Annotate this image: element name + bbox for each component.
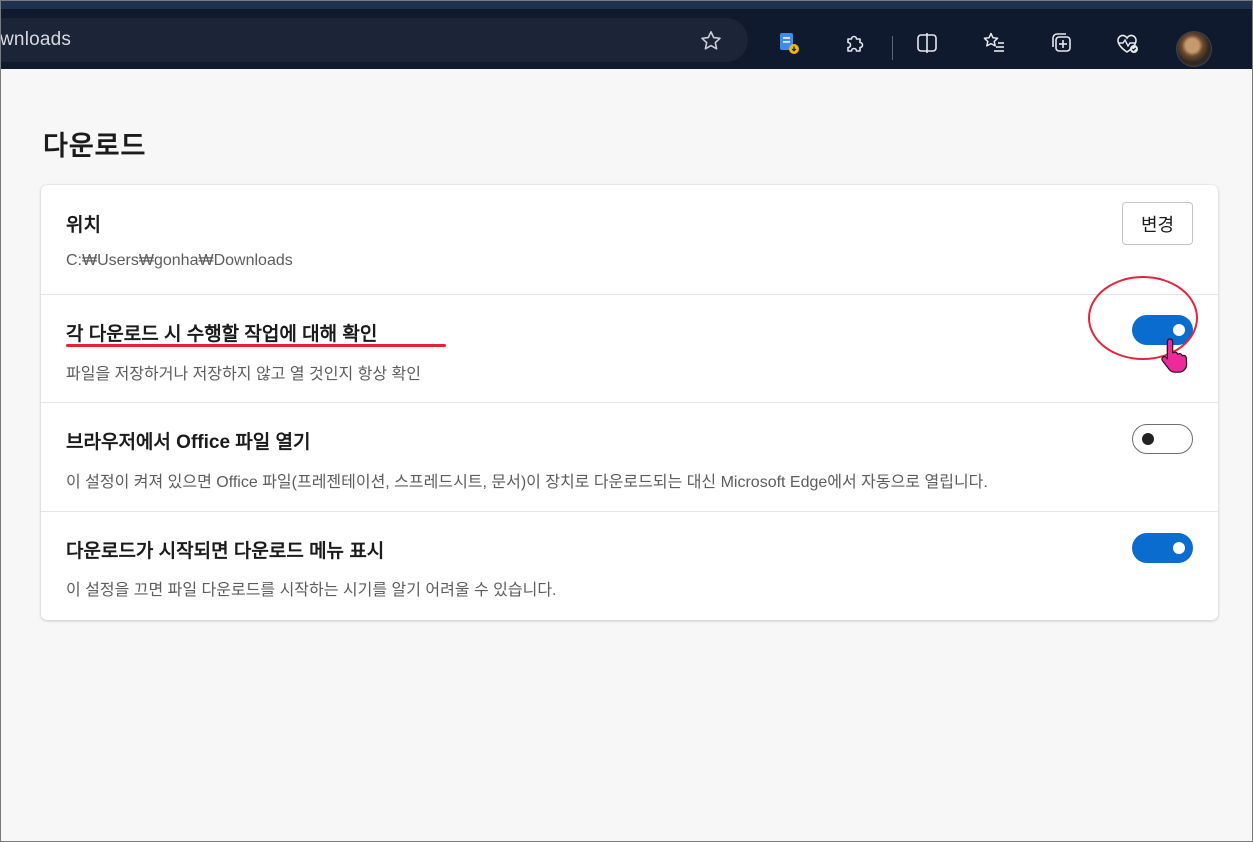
download-menu-title: 다운로드가 시작되면 다운로드 메뉴 표시	[66, 541, 385, 562]
location-path: C:₩Users₩gonha₩Downloads	[66, 252, 293, 269]
ask-each-download-title: 각 다운로드 시 수행할 작업에 대해 확인	[66, 324, 378, 345]
browser-toolbar: wnloads	[0, 0, 1253, 69]
address-bar[interactable]: wnloads	[0, 18, 748, 62]
extensions-icon[interactable]	[838, 26, 872, 60]
location-row: 위치 C:₩Users₩gonha₩Downloads 변경	[41, 185, 1218, 295]
downloads-settings-card: 위치 C:₩Users₩gonha₩Downloads 변경 각 다운로드 시 …	[41, 185, 1218, 620]
collections-cloud-icon[interactable]	[772, 26, 806, 60]
profile-avatar[interactable]	[1176, 31, 1212, 67]
toggle-knob	[1173, 542, 1185, 554]
ask-each-download-row: 각 다운로드 시 수행할 작업에 대해 확인 파일을 저장하거나 저장하지 않고…	[41, 295, 1218, 403]
hand-cursor-icon	[1161, 338, 1188, 373]
toggle-knob	[1142, 433, 1154, 445]
office-toggle[interactable]	[1132, 424, 1193, 454]
location-title: 위치	[66, 215, 101, 236]
page-title: 다운로드	[43, 131, 147, 161]
office-row: 브라우저에서 Office 파일 열기 이 설정이 켜져 있으면 Office …	[41, 403, 1218, 512]
download-menu-toggle[interactable]	[1132, 533, 1193, 563]
download-menu-row: 다운로드가 시작되면 다운로드 메뉴 표시 이 설정을 끄면 파일 다운로드를 …	[41, 512, 1218, 620]
favorites-icon[interactable]	[977, 26, 1011, 60]
ask-each-download-desc: 파일을 저장하거나 저장하지 않고 열 것인지 항상 확인	[66, 366, 421, 383]
split-screen-icon[interactable]	[910, 26, 944, 60]
office-desc: 이 설정이 켜져 있으면 Office 파일(프레젠테이션, 스프레드시트, 문…	[66, 474, 988, 491]
office-title: 브라우저에서 Office 파일 열기	[66, 432, 311, 453]
browser-essentials-icon[interactable]	[1110, 26, 1144, 60]
favorites-star-icon[interactable]	[696, 27, 726, 55]
toolbar-separator	[892, 36, 893, 60]
change-location-button[interactable]: 변경	[1122, 202, 1193, 245]
collections-icon[interactable]	[1044, 26, 1078, 60]
download-menu-desc: 이 설정을 끄면 파일 다운로드를 시작하는 시기를 알기 어려울 수 있습니다…	[66, 582, 557, 599]
address-text[interactable]: wnloads	[0, 29, 71, 51]
red-underline-annotation	[66, 344, 446, 347]
